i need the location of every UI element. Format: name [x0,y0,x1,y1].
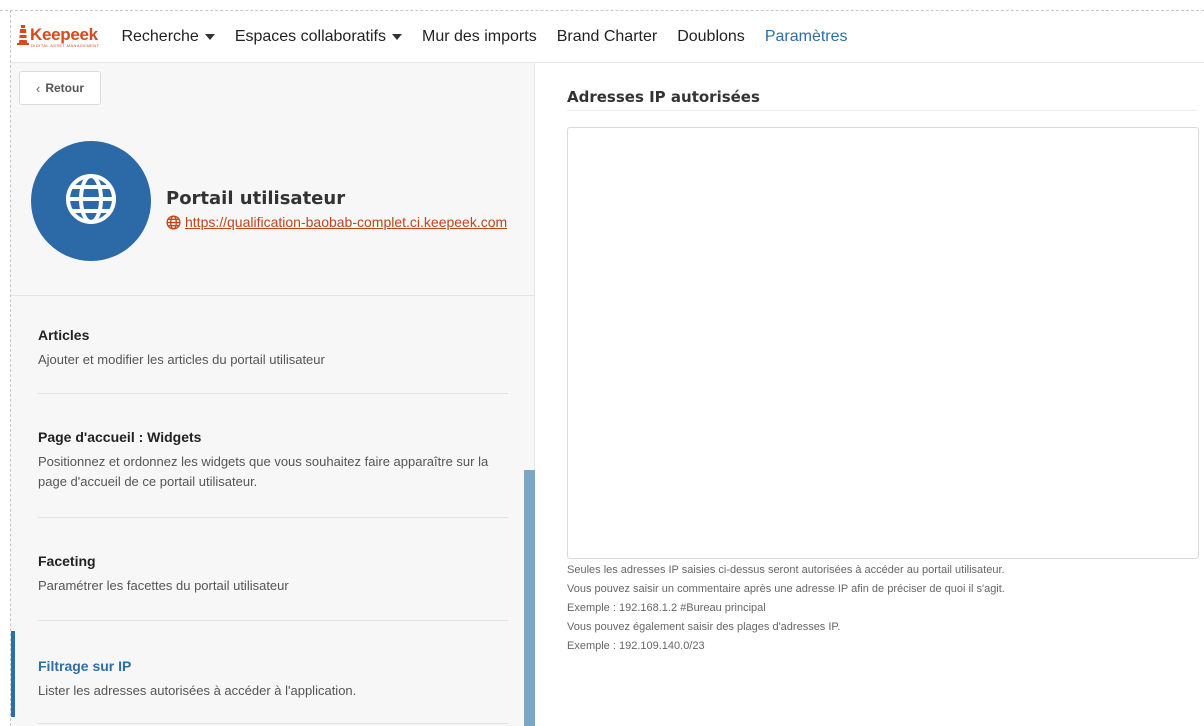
portal-title: Portail utilisateur [166,188,346,209]
back-button[interactable]: ‹ Retour [19,71,101,105]
help-line: Vous pouvez saisir un commentaire après … [567,583,1005,595]
nav-label: Mur des imports [422,27,537,45]
sidebar-item-title: Page d'accueil : Widgets [38,429,202,445]
sidebar-item-faceting[interactable]: Faceting Paramétrer les facettes du port… [38,553,508,596]
nav-doublons[interactable]: Doublons [667,28,755,46]
divider [38,517,508,518]
help-line: Vous pouvez également saisir des plages … [567,621,841,633]
active-indicator [11,631,15,717]
sidebar-item-description: Positionnez et ordonnez les widgets que … [38,454,489,489]
chevron-left-icon: ‹ [35,80,41,96]
sidebar-item-title: Faceting [38,553,96,569]
nav-mur-des-imports[interactable]: Mur des imports [412,28,547,46]
divider [567,110,1197,111]
portal-avatar [31,141,151,261]
sidebar-item-description: Lister les adresses autorisées à accéder… [38,683,357,698]
nav-espaces-collaboratifs[interactable]: Espaces collaboratifs [225,28,412,46]
help-line: Seules les adresses IP saisies ci-dessus… [567,564,1005,576]
top-navbar: Keepeek DIGITAL ASSET MANAGEMENT Recherc… [11,11,1204,63]
sidebar-item-description: Ajouter et modifier les articles du port… [38,352,325,367]
divider [38,620,508,621]
brand-tagline: DIGITAL ASSET MANAGEMENT [31,43,100,48]
sidebar-scrollbar[interactable] [524,470,535,726]
sidebar-item-title: Filtrage sur IP [38,658,132,674]
sidebar-item-description: Paramétrer les facettes du portail utili… [38,578,289,593]
keepeek-logo[interactable]: Keepeek DIGITAL ASSET MANAGEMENT [17,25,99,48]
sidebar-item-articles[interactable]: Articles Ajouter et modifier les article… [38,327,508,370]
sidebar-item-filtrage-ip[interactable]: Filtrage sur IP Lister les adresses auto… [38,658,508,701]
help-line: Exemple : 192.109.140.0/23 [567,640,705,652]
globe-icon [166,214,181,230]
divider [11,295,535,296]
caret-down-icon [392,33,402,40]
sidebar-item-title: Articles [38,327,90,343]
brand-name: Keepeek [30,25,98,44]
ip-list-textarea[interactable] [567,127,1199,559]
nav-brand-charter[interactable]: Brand Charter [547,28,668,46]
portal-url-row: https://qualification-baobab-complet.ci.… [166,214,507,230]
nav-parametres[interactable]: Paramètres [755,28,858,46]
nav-recherche[interactable]: Recherche [111,28,224,46]
caret-down-icon [204,33,215,40]
help-text: Seules les adresses IP saisies ci-dessus… [567,561,1005,656]
nav-label: Espaces collaboratifs [234,27,386,45]
page-title: Adresses IP autorisées [567,88,760,106]
nav-label: Doublons [677,27,745,45]
sidebar-item-widgets[interactable]: Page d'accueil : Widgets Positionnez et … [38,429,508,492]
nav-label: Paramètres [764,27,848,45]
back-button-label: Retour [45,81,84,95]
sidebar: ‹ Retour Portail utilisateur https://qua… [11,63,535,726]
lighthouse-icon [17,25,29,45]
nav-label: Brand Charter [556,27,658,45]
help-line: Exemple : 192.168.1.2 #Bureau principal [567,602,766,614]
divider [38,393,508,394]
portal-url-link[interactable]: https://qualification-baobab-complet.ci.… [185,214,507,230]
globe-icon [64,172,118,231]
divider [38,723,508,724]
nav-label: Recherche [121,27,199,45]
